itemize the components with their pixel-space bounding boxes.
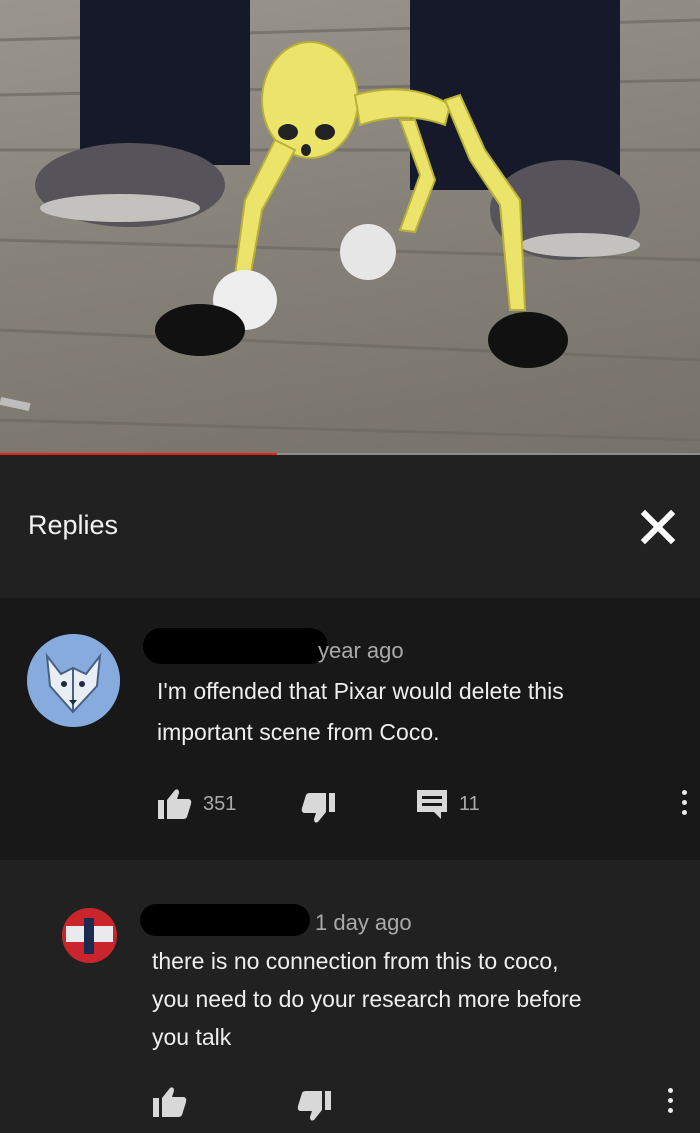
more-vert-icon [681,790,687,795]
replies-title: Replies [28,510,119,540]
wolf-avatar-icon [27,634,120,727]
close-icon [640,509,676,545]
like-button[interactable]: 351 [157,788,236,820]
comment-timestamp: year ago [318,638,404,663]
video-progress-played [0,453,277,455]
more-vert-icon [667,1088,673,1093]
close-button[interactable] [636,505,680,549]
avatar[interactable] [62,908,117,963]
comment-text-line: I'm offended that Pixar would delete thi… [157,678,564,704]
comment-item: year ago I'm offended that Pixar would d… [0,598,700,860]
user-avatar-icon [62,908,117,963]
comment-timestamp: 1 day ago [315,910,412,935]
comment-text-line: important scene from Coco. [157,719,440,745]
thumbs-up-icon [158,789,192,819]
reply-item: 1 day ago there is no connection from th… [0,860,700,1133]
dislike-button[interactable] [296,1090,332,1122]
redacted-username [140,904,310,936]
replies-button[interactable]: 11 [415,788,480,820]
comment-text-line: you talk [152,1024,232,1050]
like-button[interactable] [152,1086,188,1118]
comment-text-line: there is no connection from this to coco… [152,948,559,974]
thumbs-down-icon [297,1091,331,1121]
like-count: 351 [203,792,237,815]
more-options-button[interactable] [678,790,690,820]
reply-icon [417,790,447,819]
replies-header: Replies [0,458,700,598]
more-options-button[interactable] [664,1088,676,1118]
redacted-username [143,628,328,664]
thumbs-down-icon [301,793,335,823]
video-player[interactable] [0,0,700,455]
thumbs-up-icon [153,1087,187,1117]
video-progress-bar[interactable] [0,453,700,455]
video-frame [0,0,700,442]
comment-text-line: you need to do your research more before [152,986,582,1012]
avatar[interactable] [27,634,120,727]
dislike-button[interactable] [300,792,336,824]
reply-count: 11 [459,792,480,815]
